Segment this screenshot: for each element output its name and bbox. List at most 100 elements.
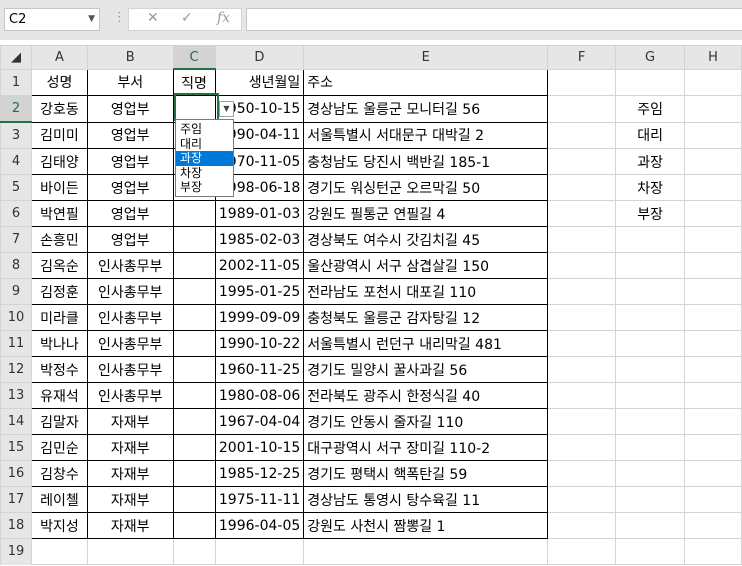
column-header-c[interactable]: C: [172, 45, 216, 70]
cell-department[interactable]: 자재부: [86, 434, 174, 461]
dropdown-option[interactable]: 부장: [176, 180, 233, 195]
cell-name[interactable]: 김민순: [31, 434, 88, 461]
cell-empty[interactable]: [547, 252, 617, 279]
cell-address[interactable]: 전라북도 광주시 한정식길 40: [303, 382, 549, 409]
dropdown-option[interactable]: 주임: [176, 122, 233, 137]
cell-department[interactable]: 영업부: [86, 200, 174, 227]
cell-empty[interactable]: [684, 408, 742, 435]
cell-empty[interactable]: [547, 226, 617, 253]
row-header[interactable]: 6: [0, 200, 33, 227]
row-header[interactable]: 1: [0, 68, 33, 96]
chevron-down-icon[interactable]: ▼: [88, 9, 95, 30]
cell-empty[interactable]: [684, 434, 742, 461]
cell-birthdate[interactable]: 1989-01-03: [214, 200, 305, 227]
cell-empty[interactable]: [684, 512, 742, 539]
row-header[interactable]: 14: [0, 408, 33, 435]
cell-address[interactable]: 경기도 평택시 핵폭탄길 59: [303, 460, 549, 487]
cell-title-list[interactable]: [615, 252, 686, 279]
cell-department[interactable]: 부서: [86, 68, 174, 96]
cell-name[interactable]: 김말자: [31, 408, 88, 435]
cell-birthdate[interactable]: 1995-01-25: [214, 278, 305, 305]
cell-department[interactable]: 자재부: [86, 486, 174, 513]
cell-address[interactable]: 충청북도 울릉군 감자탕길 12: [303, 304, 549, 331]
cell-birthdate[interactable]: 생년월일: [214, 68, 305, 96]
cell-title-list[interactable]: [615, 68, 686, 96]
cell-name[interactable]: 박나나: [31, 330, 88, 357]
cell-birthdate[interactable]: 2001-10-15: [214, 434, 305, 461]
cell-address[interactable]: 경기도 워싱턴군 오르막길 50: [303, 174, 549, 201]
cell-title[interactable]: [172, 226, 216, 253]
row-header[interactable]: 13: [0, 382, 33, 409]
cell-department[interactable]: 영업부: [86, 226, 174, 253]
column-header-a[interactable]: A: [31, 45, 88, 70]
column-header-h[interactable]: H: [684, 45, 742, 70]
cell-empty[interactable]: [684, 174, 742, 201]
cell-department[interactable]: 인사총무부: [86, 382, 174, 409]
cell-birthdate[interactable]: [214, 538, 305, 565]
cell-name[interactable]: 유재석: [31, 382, 88, 409]
cell-title[interactable]: [172, 460, 216, 487]
cell-title[interactable]: [172, 330, 216, 357]
cell-name[interactable]: 레이첼: [31, 486, 88, 513]
cell-name[interactable]: 김옥순: [31, 252, 88, 279]
cell-address[interactable]: 경상북도 여수시 갓김치길 45: [303, 226, 549, 253]
cell-title-list[interactable]: [615, 226, 686, 253]
cell-empty[interactable]: [547, 538, 617, 565]
cell-title-list[interactable]: [615, 460, 686, 487]
cell-name[interactable]: 바이든: [31, 174, 88, 201]
cell-address[interactable]: 충청남도 당진시 백반길 185-1: [303, 148, 549, 175]
active-cell-c2[interactable]: [174, 93, 219, 121]
cell-title[interactable]: [172, 356, 216, 383]
row-header[interactable]: 7: [0, 226, 33, 253]
cell-birthdate[interactable]: 1990-10-22: [214, 330, 305, 357]
cell-title[interactable]: [172, 408, 216, 435]
cell-title-list[interactable]: [615, 486, 686, 513]
cell-department[interactable]: 자재부: [86, 408, 174, 435]
cell-empty[interactable]: [684, 460, 742, 487]
cell-empty[interactable]: [684, 304, 742, 331]
cell-empty[interactable]: [547, 434, 617, 461]
cell-name[interactable]: 성명: [31, 68, 88, 96]
cell-title-list[interactable]: [615, 304, 686, 331]
cell-title[interactable]: [172, 538, 216, 565]
cell-title-list[interactable]: 차장: [615, 174, 686, 201]
row-header[interactable]: 15: [0, 434, 33, 461]
column-header-e[interactable]: E: [303, 45, 549, 70]
cell-empty[interactable]: [547, 512, 617, 539]
cell-empty[interactable]: [547, 121, 617, 149]
cell-department[interactable]: 인사총무부: [86, 252, 174, 279]
cell-name[interactable]: 박정수: [31, 356, 88, 383]
cell-address[interactable]: 경기도 안동시 줄자길 110: [303, 408, 549, 435]
row-header[interactable]: 8: [0, 252, 33, 279]
cell-department[interactable]: 인사총무부: [86, 304, 174, 331]
cell-address[interactable]: 서울특별시 런던구 내리막길 481: [303, 330, 549, 357]
cell-empty[interactable]: [684, 226, 742, 253]
cell-birthdate[interactable]: 2002-11-05: [214, 252, 305, 279]
row-header[interactable]: 11: [0, 330, 33, 357]
cell-empty[interactable]: [684, 538, 742, 565]
cell-name[interactable]: 김정훈: [31, 278, 88, 305]
cell-empty[interactable]: [547, 460, 617, 487]
cell-name[interactable]: 김태양: [31, 148, 88, 175]
formula-input[interactable]: [246, 8, 742, 31]
row-header[interactable]: 16: [0, 460, 33, 487]
row-header[interactable]: 10: [0, 304, 33, 331]
cell-empty[interactable]: [684, 382, 742, 409]
cell-title-list[interactable]: [615, 278, 686, 305]
cell-name[interactable]: 강호동: [31, 95, 88, 123]
cell-empty[interactable]: [547, 95, 617, 123]
cell-empty[interactable]: [547, 408, 617, 435]
cell-empty[interactable]: [547, 330, 617, 357]
cell-title[interactable]: [172, 486, 216, 513]
cell-address[interactable]: 경상남도 통영시 탕수육길 11: [303, 486, 549, 513]
cell-title-list[interactable]: [615, 330, 686, 357]
cell-title[interactable]: [172, 434, 216, 461]
cell-birthdate[interactable]: 1980-08-06: [214, 382, 305, 409]
column-header-b[interactable]: B: [86, 45, 174, 70]
cell-address[interactable]: 강원도 필통군 연필길 4: [303, 200, 549, 227]
cell-birthdate[interactable]: 1985-02-03: [214, 226, 305, 253]
cell-empty[interactable]: [684, 68, 742, 96]
column-header-d[interactable]: D: [214, 45, 305, 70]
cell-empty[interactable]: [684, 356, 742, 383]
cell-empty[interactable]: [684, 121, 742, 149]
